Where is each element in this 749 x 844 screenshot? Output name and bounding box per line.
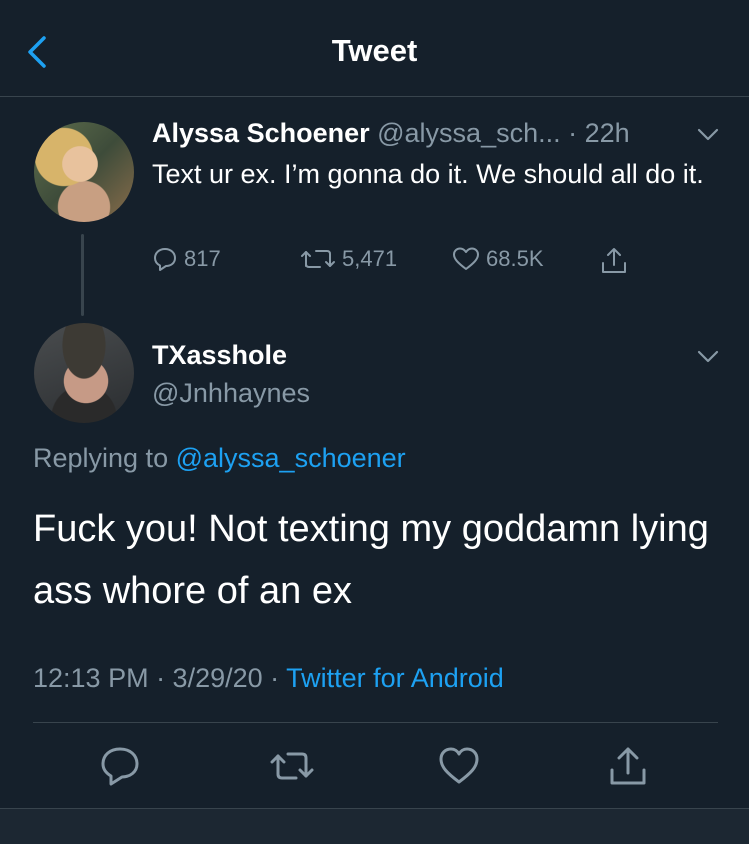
retweet-count: 5,471 <box>342 246 398 271</box>
top-bar: Tweet <box>0 0 749 96</box>
replying-to: Replying to @alyssa_schoener <box>33 443 406 474</box>
replying-to-link[interactable]: @alyssa_schoener <box>176 443 406 473</box>
like-count: 68.5K <box>486 246 544 271</box>
author-name[interactable]: TXasshole <box>152 340 287 371</box>
tweet-text: Fuck you! Not texting my goddamn lying a… <box>33 508 709 612</box>
tweet-header: Alyssa Schoener @alyssa_sch... · 22h <box>152 118 630 149</box>
heart-icon <box>453 247 479 270</box>
share-icon <box>602 248 626 273</box>
author-handle[interactable]: @alyssa_sch... <box>377 118 560 148</box>
heart-icon[interactable] <box>437 744 481 788</box>
retweet-icon <box>301 250 335 268</box>
share-button[interactable] <box>600 246 628 276</box>
chevron-down-icon[interactable] <box>697 128 719 142</box>
reply-count: 817 <box>184 246 221 271</box>
avatar[interactable] <box>34 323 134 423</box>
author-handle[interactable]: @Jnhhaynes <box>152 378 310 409</box>
avatar[interactable] <box>34 122 134 222</box>
like-button[interactable]: 68.5K <box>452 246 544 272</box>
tweet-text: Text ur ex. I’m gonna do it. We should a… <box>152 159 704 189</box>
tweet-meta: 12:13 PM · 3/29/20 · Twitter for Android <box>33 663 504 694</box>
divider <box>33 722 718 723</box>
source-link[interactable]: Twitter for Android <box>286 663 504 693</box>
bottom-bar <box>0 808 749 844</box>
page-title: Tweet <box>331 33 418 68</box>
tweet-time: · 22h <box>568 118 630 148</box>
tweet-actions: 817 5,471 68.5K <box>0 246 749 282</box>
header-divider <box>0 96 749 97</box>
reply-icon[interactable] <box>98 744 142 788</box>
reply-icon <box>154 248 176 271</box>
author-name[interactable]: Alyssa Schoener <box>152 118 370 148</box>
replying-label: Replying to <box>33 443 169 473</box>
chevron-down-icon[interactable] <box>697 350 719 364</box>
retweet-button[interactable]: 5,471 <box>300 246 397 272</box>
timestamp: 12:13 PM · 3/29/20 · <box>33 663 280 693</box>
detail-actions <box>0 744 749 792</box>
reply-button[interactable]: 817 <box>152 246 221 272</box>
share-icon[interactable] <box>606 744 650 788</box>
retweet-icon[interactable] <box>268 744 316 788</box>
